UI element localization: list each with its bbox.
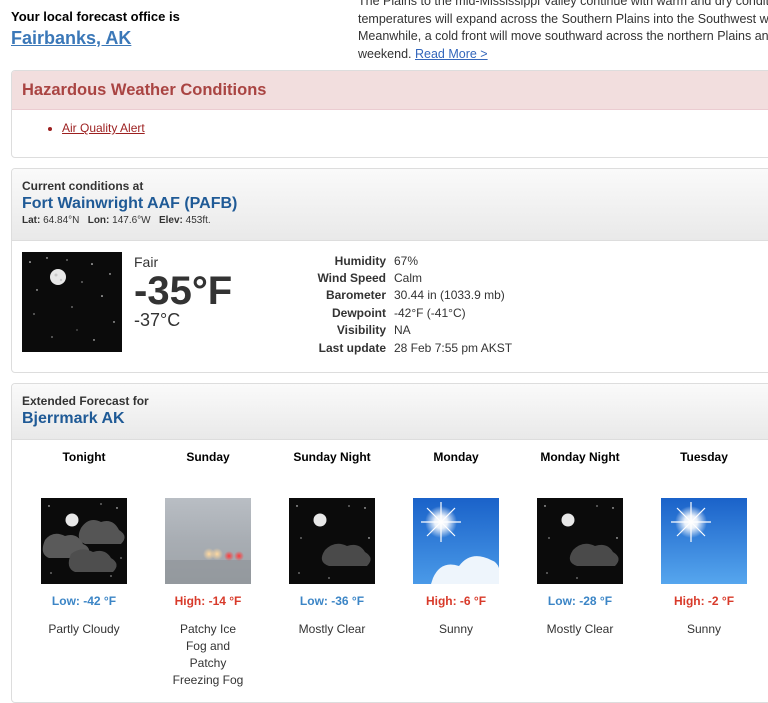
hazard-list: Air Quality Alert (12, 121, 768, 135)
fair-night-icon (22, 252, 122, 352)
current-conditions-label: Current conditions at (22, 179, 144, 193)
period-desc: Mostly Clear (546, 622, 614, 636)
forecast-period-monday-night[interactable]: Monday Night Low: -28 °F Mostly Clear (518, 450, 642, 638)
local-office: Your local forecast office is Fairbanks,… (11, 9, 180, 49)
air-quality-alert-link[interactable]: Air Quality Alert (62, 121, 145, 135)
period-temp: High: -2 °F (673, 594, 735, 608)
conditions-details-table: Humidity 67% Wind Speed Calm Barometer 30.4… (302, 252, 514, 356)
elev-value: 453ft. (185, 215, 211, 226)
forecast-period-tonight[interactable]: Tonight Low: -42 °F Partly Cloudy (22, 450, 146, 638)
sunny-icon (661, 498, 747, 584)
hazard-header: Hazardous Weather Conditions (12, 71, 768, 110)
detail-row: Dewpoint -42°F (-41°C) (302, 304, 514, 321)
partly-cloudy-night-icon (41, 498, 127, 584)
detail-value: -42°F (-41°C) (394, 305, 466, 320)
lon-label: Lon: (87, 215, 110, 226)
period-name: Tuesday (680, 450, 728, 464)
sunny-clouds-icon (413, 498, 499, 584)
period-temp: Low: -42 °F (51, 594, 117, 608)
detail-row: Wind Speed Calm (302, 269, 514, 286)
period-temp: High: -14 °F (174, 594, 242, 608)
detail-key: Last update (318, 340, 386, 355)
detail-value: 67% (394, 253, 419, 268)
forecast-period-sunday-night[interactable]: Sunday Night Low: -36 °F Mostly Clear (270, 450, 394, 638)
period-desc: Sunny (686, 622, 722, 636)
detail-row: Last update 28 Feb 7:55 pm AKST (302, 339, 514, 356)
period-temp: Low: -28 °F (547, 594, 613, 608)
detail-key: Visibility (336, 323, 386, 338)
period-desc: Sunny (438, 622, 474, 636)
detail-value: 28 Feb 7:55 pm AKST (394, 340, 513, 355)
period-name: Sunday (186, 450, 230, 464)
detail-value: 30.44 in (1033.9 mb) (394, 288, 505, 303)
forecast-period-sunday[interactable]: Sunday High: -14 °F Patchy Ice Fog and P… (146, 450, 270, 689)
condition-summary: Fair (134, 254, 159, 270)
period-name: Sunday Night (293, 450, 371, 464)
period-temp: High: -6 °F (425, 594, 487, 608)
current-conditions-header: Current conditions at Fort Wainwright AA… (12, 169, 768, 241)
elev-label: Elev: (158, 215, 183, 226)
detail-row: Humidity 67% (302, 252, 514, 269)
news-line: temperatures will expand across the Sout… (358, 11, 768, 26)
period-desc: Patchy Ice Fog and Patchy Freezing Fog (172, 622, 244, 687)
forecast-period-monday[interactable]: Monday High: -6 °F Sunny (394, 450, 518, 638)
fog-icon (165, 498, 251, 584)
temperature-c: -37°C (134, 310, 181, 330)
extended-forecast-label: Extended Forecast for (22, 394, 149, 408)
detail-key: Wind Speed (317, 271, 386, 286)
hazard-panel: Hazardous Weather Conditions Air Quality… (11, 70, 768, 158)
local-office-label: Your local forecast office is (11, 9, 180, 24)
hazard-title: Hazardous Weather Conditions (22, 81, 267, 99)
current-conditions-panel: Current conditions at Fort Wainwright AA… (11, 168, 768, 373)
hazard-item: Air Quality Alert (62, 121, 768, 135)
station-coords: Lat: 64.84°N Lon: 147.6°W Elev: 453ft. (22, 215, 768, 226)
detail-key: Dewpoint (332, 305, 386, 320)
extended-forecast-header: Extended Forecast for Bjerrmark AK (12, 384, 768, 440)
detail-value: Calm (394, 271, 423, 286)
news-line: Meanwhile, a cold front will move southw… (358, 29, 768, 44)
period-desc: Partly Cloudy (48, 622, 120, 636)
station-name: Fort Wainwright AAF (PAFB) (22, 195, 238, 212)
lon-value: 147.6°W (112, 215, 151, 226)
current-conditions-summary: Fair -35°F -37°C (134, 254, 232, 331)
period-name: Monday (433, 450, 479, 464)
detail-row: Visibility NA (302, 322, 514, 339)
forecast-location: Bjerrmark AK (22, 410, 125, 427)
period-name: Tonight (62, 450, 106, 464)
detail-key: Barometer (325, 288, 386, 303)
extended-forecast-panel: Extended Forecast for Bjerrmark AK Tonig… (11, 383, 768, 703)
local-office-link[interactable]: Fairbanks, AK (11, 28, 180, 49)
lat-label: Lat: (22, 215, 41, 226)
detail-key: Humidity (334, 253, 386, 268)
mostly-clear-night-icon (537, 498, 623, 584)
detail-row: Barometer 30.44 in (1033.9 mb) (302, 287, 514, 304)
news-line: The Plains to the mid-Mississippi Valley… (358, 0, 768, 8)
news-snippet: The Plains to the mid-Mississippi Valley… (358, 0, 768, 63)
mostly-clear-night-icon (289, 498, 375, 584)
news-line-text: weekend. (358, 46, 412, 61)
period-temp: Low: -36 °F (299, 594, 365, 608)
period-desc: Mostly Clear (298, 622, 366, 636)
lat-value: 64.84°N (43, 215, 80, 226)
detail-value: NA (394, 323, 411, 338)
read-more-link[interactable]: Read More > (415, 47, 488, 61)
period-name: Monday Night (540, 450, 620, 464)
forecast-period-tuesday[interactable]: Tuesday High: -2 °F Sunny (642, 450, 766, 638)
news-line: weekend. Read More > (358, 46, 768, 64)
temperature-f: -35°F (134, 269, 233, 313)
